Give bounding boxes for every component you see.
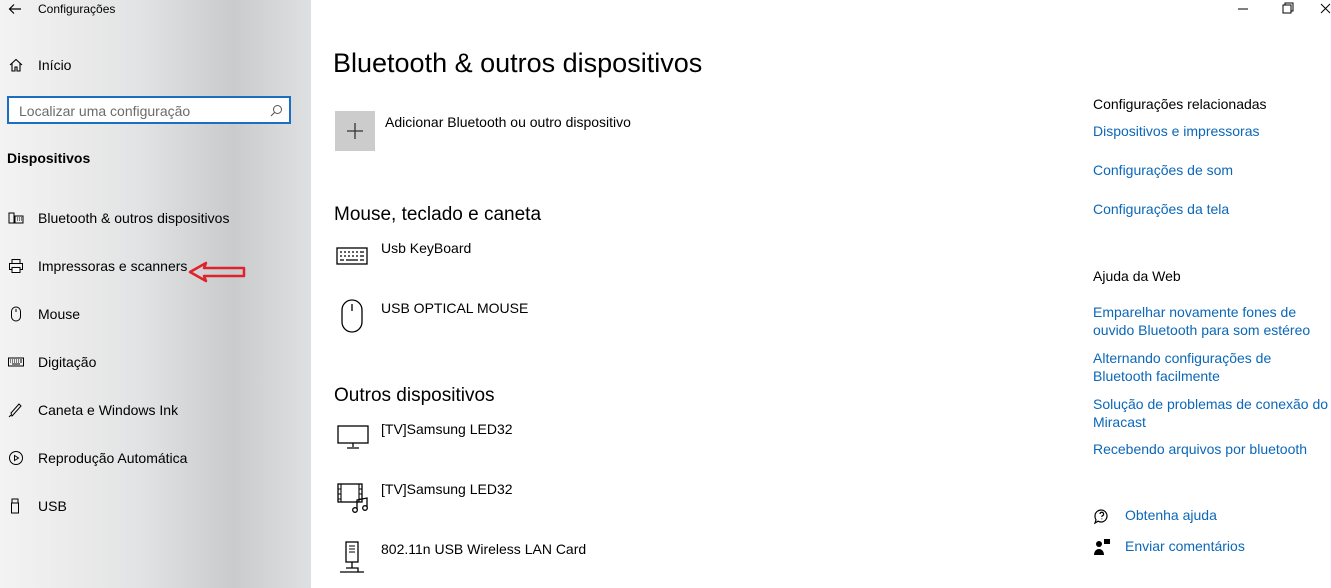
- back-button[interactable]: [7, 0, 25, 18]
- sidebar-item-label: USB: [38, 498, 67, 514]
- pen-icon: [8, 403, 22, 418]
- keyboard-icon: [8, 357, 24, 367]
- get-help-link[interactable]: Obtenha ajuda: [1125, 507, 1217, 523]
- minimize-button[interactable]: [1232, 0, 1254, 18]
- autoplay-icon: [9, 451, 23, 465]
- related-link-sound[interactable]: Configurações de som: [1093, 161, 1329, 179]
- related-settings-title: Configurações relacionadas: [1093, 96, 1267, 112]
- sidebar: Configurações Início Localizar uma confi…: [0, 0, 311, 588]
- nav-home-label: Início: [38, 57, 72, 73]
- sidebar-item-typing[interactable]: Digitação: [0, 348, 311, 376]
- send-feedback-link[interactable]: Enviar comentários: [1125, 538, 1245, 554]
- device-name[interactable]: [TV]Samsung LED32: [381, 421, 513, 437]
- back-arrow-icon: [8, 4, 21, 14]
- usb-icon: [11, 498, 19, 514]
- help-link-receive-files[interactable]: Recebendo arquivos por bluetooth: [1093, 440, 1329, 458]
- sidebar-item-label: Bluetooth & outros dispositivos: [38, 210, 230, 226]
- keyboard-icon: [336, 247, 368, 265]
- sidebar-item-bluetooth[interactable]: Bluetooth & outros dispositivos: [0, 204, 311, 232]
- help-chat-icon: [1093, 509, 1108, 525]
- mouse-icon: [341, 299, 363, 333]
- group-title-other-devices: Outros dispositivos: [334, 385, 495, 406]
- maximize-button[interactable]: [1277, 0, 1299, 18]
- device-name[interactable]: [TV]Samsung LED32: [381, 481, 513, 497]
- page-title: Bluetooth & outros dispositivos: [333, 48, 703, 78]
- sidebar-item-label: Mouse: [38, 306, 81, 322]
- related-link-display[interactable]: Configurações da tela: [1093, 200, 1329, 218]
- plus-icon: [347, 123, 363, 139]
- device-name[interactable]: USB OPTICAL MOUSE: [381, 300, 528, 316]
- help-link-miracast[interactable]: Solução de problemas de conexão do Mirac…: [1093, 395, 1329, 431]
- home-icon: [9, 58, 23, 72]
- annotation-arrow-icon: [188, 261, 246, 283]
- search-input[interactable]: Localizar uma configuração: [7, 96, 291, 124]
- bluetooth-devices-icon: [8, 212, 24, 224]
- search-icon[interactable]: [270, 104, 283, 117]
- feedback-icon: [1094, 539, 1110, 555]
- add-device-label[interactable]: Adicionar Bluetooth ou outro dispositivo: [385, 114, 631, 130]
- section-title: Dispositivos: [7, 150, 91, 166]
- restore-icon: [1282, 2, 1294, 14]
- sidebar-item-usb[interactable]: USB: [0, 492, 311, 520]
- nav-home[interactable]: Início: [0, 52, 311, 78]
- network-adapter-icon: [340, 541, 364, 573]
- monitor-icon: [337, 425, 369, 449]
- device-name[interactable]: Usb KeyBoard: [381, 240, 471, 256]
- sidebar-item-printers[interactable]: Impressoras e scanners: [0, 252, 311, 280]
- help-link-pair-headphones[interactable]: Emparelhar novamente fones de ouvido Blu…: [1093, 303, 1329, 339]
- related-link-devices-printers[interactable]: Dispositivos e impressoras: [1093, 122, 1329, 140]
- mouse-icon: [11, 306, 21, 322]
- add-device-button[interactable]: [335, 111, 375, 151]
- group-title-input-devices: Mouse, teclado e caneta: [334, 204, 542, 225]
- minimize-icon: [1238, 8, 1248, 10]
- sidebar-item-label: Reprodução Automática: [38, 450, 188, 466]
- help-link-bluetooth-settings[interactable]: Alternando configurações de Bluetooth fa…: [1093, 349, 1329, 385]
- sidebar-item-autoplay[interactable]: Reprodução Automática: [0, 444, 311, 472]
- printer-icon: [9, 259, 23, 273]
- web-help-title: Ajuda da Web: [1093, 268, 1181, 284]
- sidebar-item-label: Digitação: [38, 354, 97, 370]
- search-placeholder: Localizar uma configuração: [19, 103, 191, 119]
- sidebar-item-label: Impressoras e scanners: [38, 258, 188, 274]
- close-button[interactable]: [1318, 0, 1331, 18]
- device-name[interactable]: 802.11n USB Wireless LAN Card: [381, 541, 586, 557]
- sidebar-item-pen[interactable]: Caneta e Windows Ink: [0, 396, 311, 424]
- app-title: Configurações: [38, 2, 116, 16]
- media-device-icon: [337, 483, 368, 513]
- sidebar-item-mouse[interactable]: Mouse: [0, 300, 311, 328]
- close-icon: [1320, 3, 1331, 14]
- sidebar-item-label: Caneta e Windows Ink: [38, 402, 179, 418]
